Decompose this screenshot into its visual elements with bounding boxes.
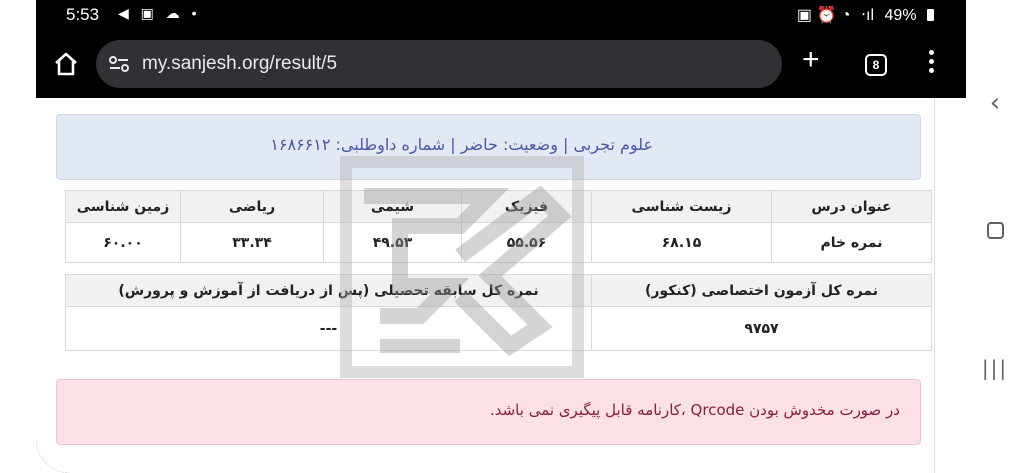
table-header: فیزیک [461, 190, 592, 223]
table-header: زمین شناسی [65, 190, 181, 223]
table-header: ریاضی [180, 190, 324, 223]
table-cell: ۶۰.۰۰ [65, 222, 181, 263]
battery-icon [927, 9, 934, 21]
status-bar: 5:53 ◀ ▣ ☁ • ▣ ⏰ ◔ ‧ıl 49% [36, 0, 966, 32]
table-cell: ۵۵.۵۶ [461, 222, 592, 263]
address-bar[interactable]: my.sanjesh.org/result/5 [96, 40, 782, 88]
table-row: نمره خام ۶۸.۱۵ ۵۵.۵۶ ۴۹.۵۳ ۳۳.۳۴ ۶۰.۰۰ [65, 222, 932, 263]
scores-table: عنوان درس زیست شناسی فیزیک شیمی ریاضی زم… [65, 190, 932, 263]
signal-icon: ‧ıl [860, 7, 875, 24]
table-header: شیمی [323, 190, 462, 223]
alert-text: در صورت مخدوش بودن Qrcode ،کارنامه قابل … [489, 401, 900, 419]
recents-button[interactable]: ||| [966, 356, 1024, 380]
new-tab-button[interactable]: + [802, 45, 820, 75]
home-icon[interactable] [52, 50, 80, 78]
url-text[interactable]: my.sanjesh.org/result/5 [142, 53, 337, 75]
table-header: عنوان درس [771, 190, 932, 223]
battery-level: 49% [884, 7, 917, 24]
home-button[interactable] [966, 222, 1024, 243]
table-header: نمره کل آزمون اختصاصی (کنکور) [591, 274, 932, 307]
candidate-info-text: علوم تجربی | وضعیت: حاضر | شماره داوطلبی… [270, 135, 653, 154]
table-cell: نمره خام [771, 222, 932, 263]
table-row: ۹۷۵۷ --- [65, 306, 932, 351]
notification-icons: ◀ ▣ ☁ • [118, 5, 201, 21]
table-cell: ۳۳.۳۴ [180, 222, 324, 263]
browser-toolbar: my.sanjesh.org/result/5 + 8 [36, 32, 966, 98]
candidate-info-box: علوم تجربی | وضعیت: حاضر | شماره داوطلبی… [56, 114, 921, 180]
table-header-row: عنوان درس زیست شناسی فیزیک شیمی ریاضی زم… [65, 190, 932, 223]
page-scrollbar[interactable] [934, 98, 942, 473]
qrcode-alert: در صورت مخدوش بودن Qrcode ،کارنامه قابل … [56, 379, 921, 445]
table-header: زیست شناسی [591, 190, 772, 223]
home-square-icon [986, 222, 1004, 239]
alarm-icon: ▣ ⏰ ◔ [796, 7, 851, 24]
back-button[interactable]: ‹ [966, 88, 1024, 118]
table-cell: --- [65, 306, 592, 351]
site-settings-icon[interactable] [108, 54, 130, 74]
tab-switcher-button[interactable]: 8 [865, 54, 887, 76]
table-header: نمره کل سابقه تحصیلی (پس از دریافت از آم… [65, 274, 592, 307]
table-cell: ۹۷۵۷ [591, 306, 932, 351]
status-time: 5:53 [66, 5, 100, 24]
table-header-row: نمره کل آزمون اختصاصی (کنکور) نمره کل سا… [65, 274, 932, 307]
table-cell: ۴۹.۵۳ [323, 222, 462, 263]
table-cell: ۶۸.۱۵ [591, 222, 772, 263]
web-content: علوم تجربی | وضعیت: حاضر | شماره داوطلبی… [36, 98, 966, 473]
more-menu-icon[interactable] [929, 50, 939, 77]
totals-table: نمره کل آزمون اختصاصی (کنکور) نمره کل سا… [65, 274, 932, 351]
phone-screen: 5:53 ◀ ▣ ☁ • ▣ ⏰ ◔ ‧ıl 49% my.sanjesh.or… [36, 0, 966, 473]
system-navigation-bar: ‹ ||| [966, 0, 1024, 473]
status-right: ▣ ⏰ ◔ ‧ıl 49% [791, 5, 934, 25]
